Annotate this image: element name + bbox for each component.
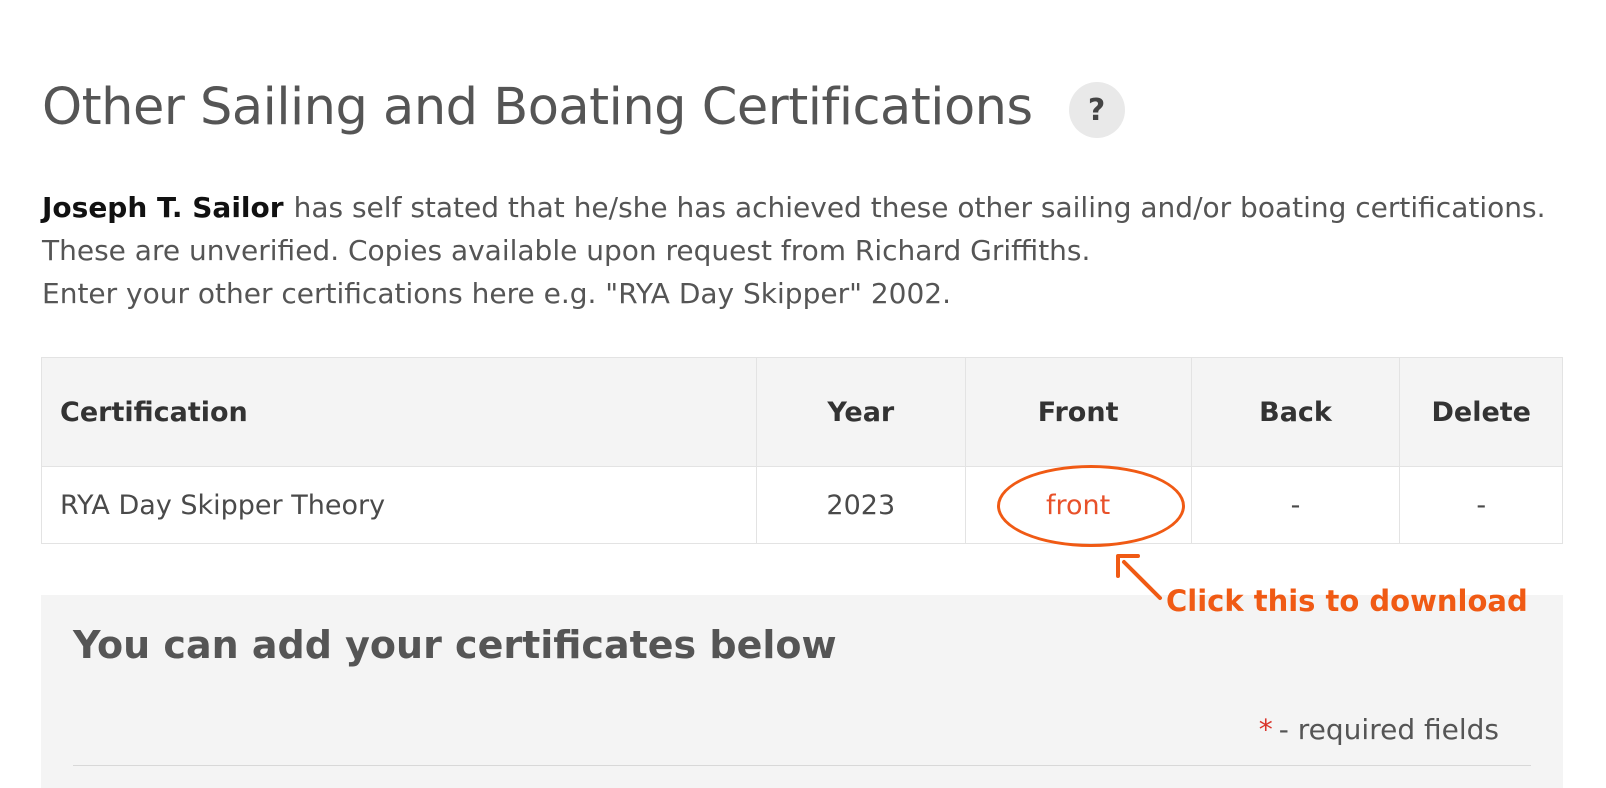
form-divider <box>73 765 1531 766</box>
intro-line-1: Joseph T. Sailor has self stated that he/… <box>42 186 1592 229</box>
column-header-certification: Certification <box>41 357 757 467</box>
column-header-delete: Delete <box>1399 357 1563 467</box>
front-download-link[interactable]: front <box>1046 490 1110 521</box>
cell-year: 2023 <box>755 466 966 544</box>
required-fields-text: - required fields <box>1278 713 1499 746</box>
add-certificates-title: You can add your certificates below <box>73 623 837 667</box>
title-row: Other Sailing and Boating Certifications… <box>42 76 1125 138</box>
cell-front: front <box>964 466 1192 544</box>
column-header-front: Front <box>964 357 1192 467</box>
add-certificates-panel: You can add your certificates below * - r… <box>41 595 1563 788</box>
cell-certification: RYA Day Skipper Theory <box>41 466 757 544</box>
intro-text: Joseph T. Sailor has self stated that he/… <box>42 186 1592 315</box>
intro-line-3: Enter your other certifications here e.g… <box>42 277 952 310</box>
page: Other Sailing and Boating Certifications… <box>0 0 1606 788</box>
user-name: Joseph T. Sailor <box>42 191 284 224</box>
column-header-year: Year <box>755 357 966 467</box>
table-header-row: Certification Year Front Back Delete <box>41 357 1563 467</box>
required-star: * <box>1258 713 1273 746</box>
annotation-text: Click this to download <box>1166 584 1528 618</box>
cell-back: - <box>1190 466 1401 544</box>
table-row: RYA Day Skipper Theory 2023 front - - <box>41 466 1563 544</box>
help-icon[interactable]: ? <box>1068 82 1125 138</box>
intro-line-2: These are unverified. Copies available u… <box>42 234 1091 267</box>
page-title: Other Sailing and Boating Certifications <box>42 77 1033 137</box>
intro-line-1-text: has self stated that he/she has achieved… <box>293 191 1546 224</box>
certifications-table: Certification Year Front Back Delete RYA… <box>41 357 1563 544</box>
cell-delete: - <box>1399 466 1563 544</box>
required-fields-note: * - required fields <box>1259 713 1499 746</box>
column-header-back: Back <box>1190 357 1401 467</box>
